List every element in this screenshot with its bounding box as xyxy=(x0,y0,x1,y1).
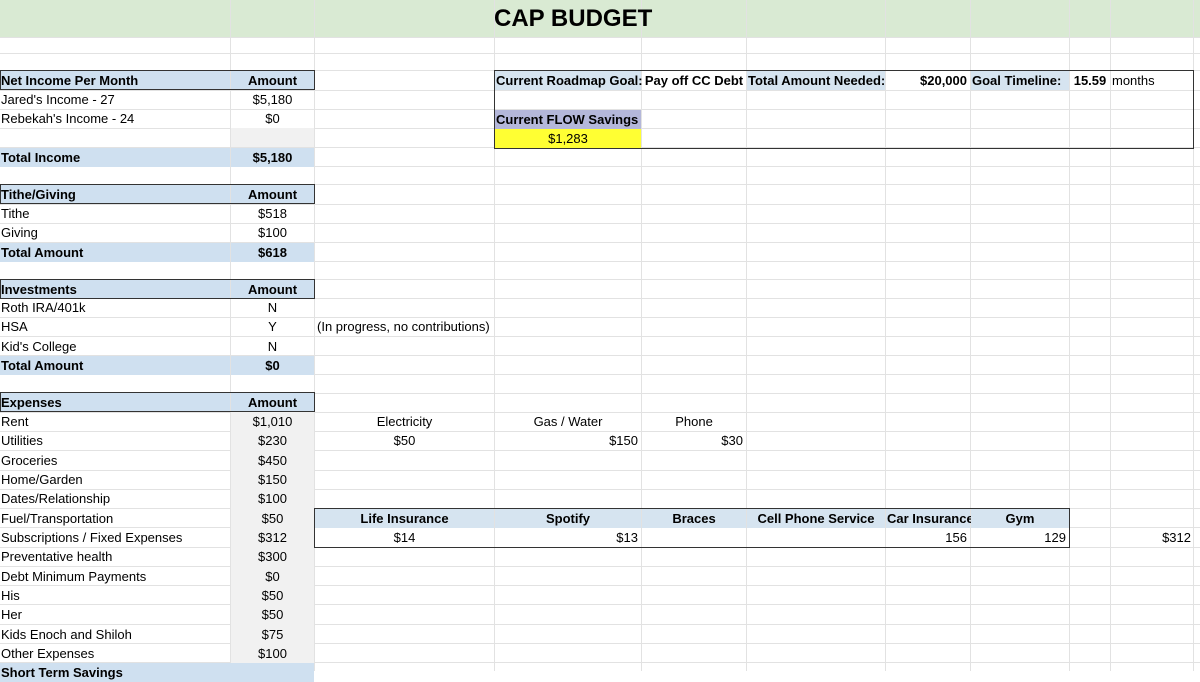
expense-row-label[interactable]: His xyxy=(0,586,230,605)
income-row-label[interactable]: Rebekah's Income - 24 xyxy=(0,109,230,128)
subscription-header[interactable]: Car Insurance xyxy=(886,509,974,528)
roadmap-goal-value[interactable]: Pay off CC Debt xyxy=(642,71,746,90)
subscription-value[interactable]: 129 xyxy=(971,528,1069,547)
expenses-header[interactable]: Expenses xyxy=(0,393,230,412)
income-row-label[interactable]: Jared's Income - 27 xyxy=(0,90,230,109)
tithe-total-label[interactable]: Total Amount xyxy=(0,243,230,262)
short-term-savings-header[interactable]: Short Term Savings xyxy=(0,663,314,682)
sheet-title: CAP BUDGET xyxy=(494,5,653,32)
expense-row-value[interactable]: $450 xyxy=(231,451,314,470)
investment-row-value[interactable]: Y xyxy=(231,317,314,336)
expense-row-label[interactable]: Fuel/Transportation xyxy=(0,509,230,528)
expenses-amount-header[interactable]: Amount xyxy=(231,393,314,412)
investments-total-label[interactable]: Total Amount xyxy=(0,356,230,375)
expense-row-value[interactable]: $100 xyxy=(231,644,314,663)
subscription-header[interactable]: Spotify xyxy=(495,509,641,528)
subscription-value[interactable] xyxy=(747,528,885,547)
tithe-amount-header[interactable]: Amount xyxy=(231,185,314,204)
goal-timeline-unit[interactable]: months xyxy=(1111,71,1193,90)
tithe-row-label[interactable]: Giving xyxy=(0,223,230,242)
subscription-value[interactable]: 156 xyxy=(886,528,970,547)
expense-row-value[interactable]: $312 xyxy=(231,528,314,547)
electricity-label[interactable]: Electricity xyxy=(315,412,494,431)
subscription-value[interactable]: $14 xyxy=(315,528,494,547)
expense-row-label[interactable]: Preventative health xyxy=(0,547,230,566)
flow-savings-label[interactable]: Current FLOW Savings xyxy=(495,110,641,129)
expense-row-value[interactable]: $100 xyxy=(231,489,314,508)
income-amount-header[interactable]: Amount xyxy=(231,71,314,90)
expense-row-label[interactable]: Debt Minimum Payments xyxy=(0,567,230,586)
hsa-note[interactable]: (In progress, no contributions) xyxy=(316,317,494,336)
expense-row-value[interactable]: $300 xyxy=(231,547,314,566)
flow-savings-value[interactable]: $1,283 xyxy=(495,129,641,148)
income-total-value[interactable]: $5,180 xyxy=(231,148,314,167)
goal-timeline-value[interactable]: 15.59 xyxy=(1070,71,1110,90)
subscription-header[interactable]: Braces xyxy=(642,509,746,528)
expense-row-label[interactable]: Her xyxy=(0,605,230,624)
investments-header[interactable]: Investments xyxy=(0,280,230,299)
subscription-value[interactable] xyxy=(642,528,746,547)
tithe-row-value[interactable]: $518 xyxy=(231,204,314,223)
investment-row-label[interactable]: Roth IRA/401k xyxy=(0,298,230,317)
subscription-header[interactable]: Cell Phone Service xyxy=(747,509,885,528)
expense-row-label[interactable]: Dates/Relationship xyxy=(0,489,230,508)
expense-row-label[interactable]: Groceries xyxy=(0,451,230,470)
expense-row-value[interactable]: $50 xyxy=(231,586,314,605)
expense-row-label[interactable]: Rent xyxy=(0,412,230,431)
total-needed-label[interactable]: Total Amount Needed: xyxy=(747,71,885,90)
expense-row-value[interactable]: $50 xyxy=(231,605,314,624)
investment-row-value[interactable]: N xyxy=(231,337,314,356)
tithe-total-value[interactable]: $618 xyxy=(231,243,314,262)
gas-water-label[interactable]: Gas / Water xyxy=(495,412,641,431)
expense-row-label[interactable]: Utilities xyxy=(0,431,230,450)
expense-row-value[interactable]: $150 xyxy=(231,470,314,489)
investment-row-label[interactable]: Kid's College xyxy=(0,337,230,356)
subscription-value[interactable]: $13 xyxy=(495,528,641,547)
tithe-header[interactable]: Tithe/Giving xyxy=(0,185,230,204)
expense-row-value[interactable]: $0 xyxy=(231,567,314,586)
subscriptions-total[interactable]: $312 xyxy=(1111,528,1194,547)
tithe-row-label[interactable]: Tithe xyxy=(0,204,230,223)
expense-row-label[interactable]: Kids Enoch and Shiloh xyxy=(0,625,230,644)
income-total-label[interactable]: Total Income xyxy=(0,148,230,167)
income-row-value[interactable]: $5,180 xyxy=(231,90,314,109)
investments-amount-header[interactable]: Amount xyxy=(231,280,314,299)
expense-row-label[interactable]: Other Expenses xyxy=(0,644,230,663)
expense-row-value[interactable]: $230 xyxy=(231,431,314,450)
investment-row-value[interactable]: N xyxy=(231,298,314,317)
investment-row-label[interactable]: HSA xyxy=(0,317,230,336)
tithe-row-value[interactable]: $100 xyxy=(231,223,314,242)
expense-row-value[interactable]: $50 xyxy=(231,509,314,528)
expense-row-value[interactable]: $1,010 xyxy=(231,412,314,431)
electricity-value[interactable]: $50 xyxy=(315,431,494,450)
gas-water-value[interactable]: $150 xyxy=(495,431,641,450)
roadmap-goal-label[interactable]: Current Roadmap Goal: xyxy=(495,71,643,90)
expense-row-label[interactable]: Home/Garden xyxy=(0,470,230,489)
expense-row-value[interactable]: $75 xyxy=(231,625,314,644)
investments-total-value[interactable]: $0 xyxy=(231,356,314,375)
total-needed-value[interactable]: $20,000 xyxy=(886,71,970,90)
empty-cell[interactable] xyxy=(231,128,314,147)
subscription-header[interactable]: Gym xyxy=(971,509,1069,528)
goal-timeline-label[interactable]: Goal Timeline: xyxy=(971,71,1069,90)
phone-value[interactable]: $30 xyxy=(642,431,746,450)
phone-label[interactable]: Phone xyxy=(642,412,746,431)
income-row-value[interactable]: $0 xyxy=(231,109,314,128)
income-header[interactable]: Net Income Per Month xyxy=(0,71,230,90)
subscription-header[interactable]: Life Insurance xyxy=(315,509,494,528)
expense-row-label[interactable]: Subscriptions / Fixed Expenses xyxy=(0,528,230,547)
